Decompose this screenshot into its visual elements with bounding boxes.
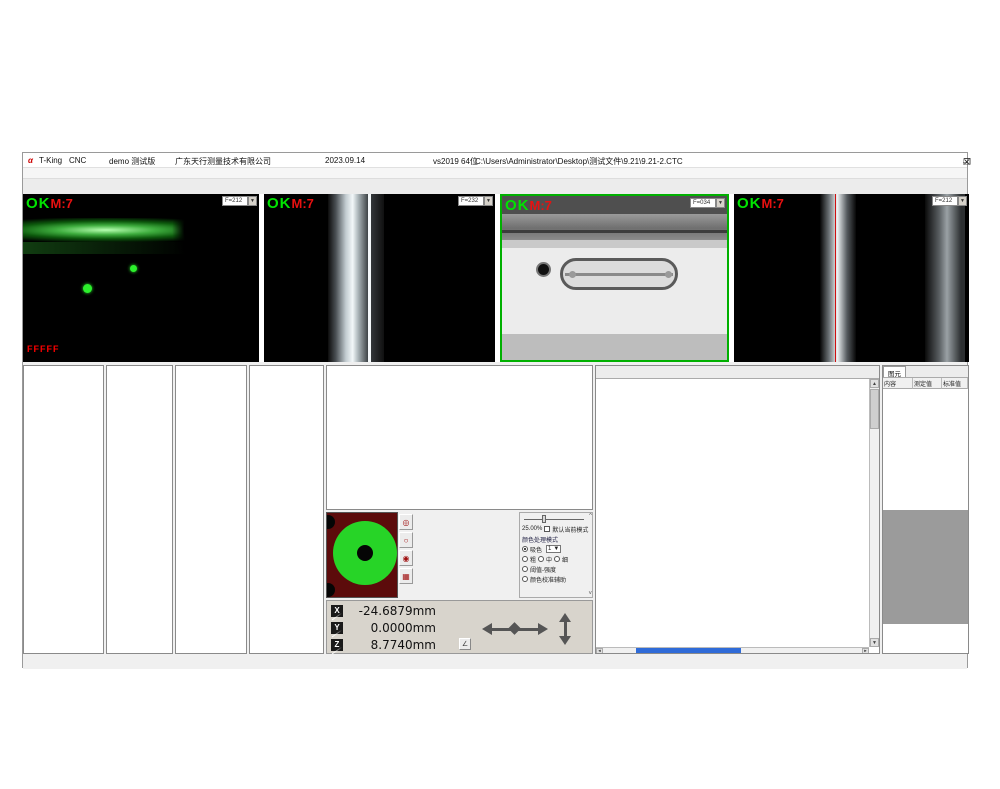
element-tab[interactable]: 图元: [883, 366, 906, 377]
camera-view-2[interactable]: OKM:7 F=232▼: [264, 194, 495, 362]
scroll-down-icon: ▼: [870, 638, 879, 647]
level-select[interactable]: 1▼: [546, 545, 561, 553]
horizontal-scrollbar[interactable]: ◄ ►: [596, 647, 869, 653]
app-name: T-King: [39, 156, 62, 165]
app-window: α T-King CNC demo 测试版 广东天行测量技术有限公司 2023.…: [22, 152, 968, 668]
camera-view-1[interactable]: FFFFF OKM:7 F=212▼: [23, 194, 259, 362]
camera-view-4[interactable]: OKM:7 F=212▼: [734, 194, 969, 362]
vertical-scrollbar[interactable]: ▲▼: [869, 379, 879, 647]
ring-grid-icon[interactable]: ▦: [399, 568, 413, 584]
focus-dropdown[interactable]: F=212▼: [932, 196, 967, 206]
scroll-up-icon[interactable]: ^: [589, 513, 592, 519]
z-axis-icon: Z: [331, 639, 343, 651]
measure-list-column-1: [23, 365, 104, 654]
focus-dropdown[interactable]: F=034▼: [690, 198, 725, 208]
light-control-panel: ◎ ○ ◉ ▦ ^ 25.00% 默认当前模式 颜色处理模式 吸色 1▼: [326, 512, 593, 598]
threshold-radio[interactable]: [522, 566, 528, 572]
ring-light-green: [333, 521, 397, 585]
chevron-down-icon[interactable]: ▼: [716, 198, 725, 208]
metal-edge: [820, 194, 856, 362]
dro-panel: X -24.6879mm Y 0.0000mm Z 8.7740mm ∠: [326, 600, 593, 654]
master-percent: 25.00%: [522, 526, 542, 532]
z-coordinate: 8.7740mm: [348, 638, 436, 652]
camera-area: FFFFF OKM:7 F=212▼ OKM:7 F=232▼: [23, 194, 967, 362]
chevron-down-icon[interactable]: ▼: [484, 196, 493, 206]
green-point-2: [130, 265, 137, 272]
ring-outer-icon[interactable]: ◎: [399, 514, 413, 530]
fine-radio[interactable]: [554, 556, 560, 562]
default-mode-checkbox[interactable]: [544, 526, 550, 532]
measure-list-column-3: [175, 365, 247, 654]
ring-full-icon[interactable]: ○: [399, 532, 413, 548]
camera-view-3-selected[interactable]: OKM:7 F=034▼: [500, 194, 729, 362]
title-build: vs2019 64位: [433, 156, 478, 167]
chevron-down-icon[interactable]: ▼: [958, 196, 967, 206]
app-edition: CNC: [69, 156, 86, 165]
y-axis-icon: Y: [331, 622, 343, 634]
focus-dropdown[interactable]: F=232▼: [458, 196, 493, 206]
status-bar: [23, 654, 967, 669]
col-measured: 测定值: [913, 378, 942, 389]
x-coordinate: -24.6879mm: [348, 604, 436, 618]
toolbar: [23, 179, 967, 194]
results-grid: [596, 379, 869, 647]
ring-light-indicator[interactable]: [326, 512, 398, 598]
z-jog-arrows[interactable]: [559, 613, 572, 645]
chevron-down-icon: ▼: [553, 546, 559, 552]
laser-line: [835, 194, 836, 362]
element-panel: 图元 内容 测定值 标准值: [882, 365, 969, 654]
slot-feature: [560, 258, 678, 290]
x-axis-icon: X: [331, 605, 343, 617]
pick-color-label: 吸色: [530, 545, 542, 554]
screenshot-canvas: α T-King CNC demo 测试版 广东天行测量技术有限公司 2023.…: [0, 0, 1000, 789]
xy-jog-arrows[interactable]: [482, 623, 548, 636]
col-standard: 标准值: [942, 378, 968, 389]
scroll-down-icon[interactable]: ˅: [588, 591, 592, 597]
y-coordinate: 0.0000mm: [348, 621, 436, 635]
measure-list-column-4: [249, 365, 324, 654]
app-logo-icon: α: [28, 156, 33, 165]
default-mode-label: 默认当前模式: [552, 525, 588, 534]
measure-count-label: M:7: [51, 196, 73, 211]
hole-feature: [538, 264, 549, 275]
tool-palette: [326, 365, 593, 510]
mid-radio[interactable]: [538, 556, 544, 562]
master-light-slider[interactable]: [524, 515, 584, 523]
results-tabs: [596, 366, 879, 379]
light-options: ^ 25.00% 默认当前模式 颜色处理模式 吸色 1▼ 粗 中 细: [519, 512, 593, 598]
col-content: 内容: [883, 378, 913, 389]
title-company: 广东天行测量技术有限公司: [175, 156, 271, 167]
title-filepath: C:\Users\Administrator\Desktop\测试文件\9.21…: [475, 156, 683, 167]
title-date: 2023.09.14: [325, 156, 365, 165]
title-bar: α T-King CNC demo 测试版 广东天行测量技术有限公司 2023.…: [23, 153, 967, 168]
close-button[interactable]: ✕: [963, 157, 971, 168]
title-demo: demo 测试版: [109, 156, 155, 167]
coarse-radio[interactable]: [522, 556, 528, 562]
focus-dropdown[interactable]: F=212▼: [222, 196, 257, 206]
menu-bar: [23, 168, 967, 179]
metal-edge: [328, 194, 384, 362]
measure-count-label: M:7: [530, 198, 552, 213]
ok-label: OK: [267, 195, 292, 212]
scroll-up-icon: ▲: [870, 379, 879, 388]
ok-label: OK: [737, 195, 762, 212]
main-area: ◎ ○ ◉ ▦ ^ 25.00% 默认当前模式 颜色处理模式 吸色 1▼: [23, 365, 967, 654]
angle-mode-button[interactable]: ∠: [459, 638, 471, 650]
color-cal-radio[interactable]: [522, 576, 528, 582]
chevron-down-icon[interactable]: ▼: [248, 196, 257, 206]
green-point-1: [83, 284, 92, 293]
ok-label: OK: [505, 197, 530, 214]
measure-list-column-2: [106, 365, 173, 654]
pick-color-radio[interactable]: [522, 546, 528, 552]
light-mode-buttons: ◎ ○ ◉ ▦: [399, 512, 414, 598]
results-panel: ▲▼ ◄ ►: [595, 365, 880, 654]
group-title: 颜色处理模式: [522, 534, 590, 544]
camera1-flag-text: FFFFF: [27, 344, 60, 354]
ok-label: OK: [26, 195, 51, 212]
measure-count-label: M:7: [762, 196, 784, 211]
measure-count-label: M:7: [292, 196, 314, 211]
ring-inner-icon[interactable]: ◉: [399, 550, 413, 566]
